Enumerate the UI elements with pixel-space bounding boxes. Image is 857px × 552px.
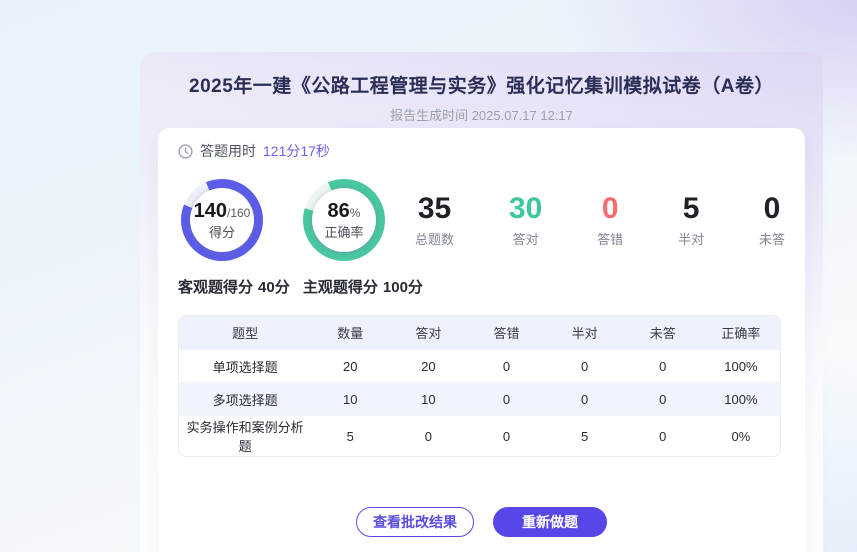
stat-wrong: 0 答错 [597, 192, 624, 247]
overview-row: 140/160 得分 86% 正确率 35 总题数 30 答对 0 答错 5 半… [178, 178, 785, 262]
stats-row: 35 总题数 30 答对 0 答错 5 半对 0 未答 [415, 192, 785, 247]
accuracy-gauge: 86% 正确率 [303, 179, 385, 261]
score-value: 140 [193, 200, 227, 222]
actions-row: 查看批改结果 重新做题 [178, 507, 785, 537]
stat-unanswered-label: 未答 [758, 232, 785, 247]
stat-wrong-label: 答错 [597, 232, 624, 247]
stat-half-correct-value: 5 [682, 192, 700, 225]
score-report-page: 2025年一建《公路工程管理与实务》强化记忆集训模拟试卷（A卷） 报告生成时间 … [0, 0, 857, 552]
stat-half-correct: 5 半对 [678, 192, 705, 247]
redo-exam-button[interactable]: 重新做题 [493, 507, 607, 537]
accuracy-value: 86 [327, 200, 350, 222]
col-half: 半对 [545, 316, 624, 350]
stat-total-value: 35 [417, 192, 452, 225]
col-unanswered: 未答 [623, 316, 702, 350]
col-question-type: 题型 [179, 316, 312, 350]
accuracy-gauge-label: 正确率 [324, 225, 364, 240]
col-count: 数量 [311, 316, 390, 350]
duration-label: 答题用时 [200, 143, 256, 159]
stat-unanswered-value: 0 [763, 192, 781, 225]
accuracy-unit: % [349, 206, 361, 220]
view-review-result-button[interactable]: 查看批改结果 [356, 507, 474, 537]
question-type-table: 题型 数量 答对 答错 半对 未答 正确率 单项选择题 20 20 0 0 0 … [178, 315, 781, 457]
subjective-score: 主观题得分 100分 [302, 279, 423, 296]
score-total: /160 [227, 206, 251, 220]
stat-unanswered: 0 未答 [758, 192, 785, 247]
report-generated-time: 报告生成时间 2025.07.17 12:17 [390, 108, 573, 123]
stat-correct-value: 30 [508, 192, 543, 225]
col-wrong: 答错 [467, 316, 546, 350]
col-correct: 答对 [389, 316, 468, 350]
objective-score: 客观题得分 40分 [178, 279, 290, 296]
table-row: 多项选择题 10 10 0 0 0 100% [179, 382, 780, 416]
table-row: 实务操作和案例分析题 5 0 0 5 0 0% [179, 415, 780, 456]
stat-correct: 30 答对 [508, 192, 543, 247]
clock-icon [178, 143, 193, 159]
page-title: 2025年一建《公路工程管理与实务》强化记忆集训模拟试卷（A卷） [189, 76, 774, 97]
table-row: 单项选择题 20 20 0 0 0 100% [179, 349, 780, 383]
stat-wrong-value: 0 [601, 192, 619, 225]
score-summary: 客观题得分 40分 主观题得分 100分 [178, 280, 785, 295]
stat-total-label: 总题数 [415, 232, 455, 247]
duration-row: 答题用时 121分17秒 [178, 141, 785, 161]
report-header: 2025年一建《公路工程管理与实务》强化记忆集训模拟试卷（A卷） 报告生成时间 … [140, 52, 823, 124]
score-gauge-label: 得分 [208, 225, 235, 240]
stat-total: 35 总题数 [415, 192, 455, 247]
duration-value: 121分17秒 [263, 143, 330, 159]
stat-correct-label: 答对 [512, 232, 539, 247]
result-card: 答题用时 121分17秒 140/160 得分 86% 正确率 35 总题数 3… [158, 128, 805, 552]
stat-half-correct-label: 半对 [678, 232, 705, 247]
table-header-row: 题型 数量 答对 答错 半对 未答 正确率 [179, 316, 780, 350]
col-accuracy: 正确率 [701, 316, 780, 350]
score-gauge: 140/160 得分 [181, 179, 263, 261]
